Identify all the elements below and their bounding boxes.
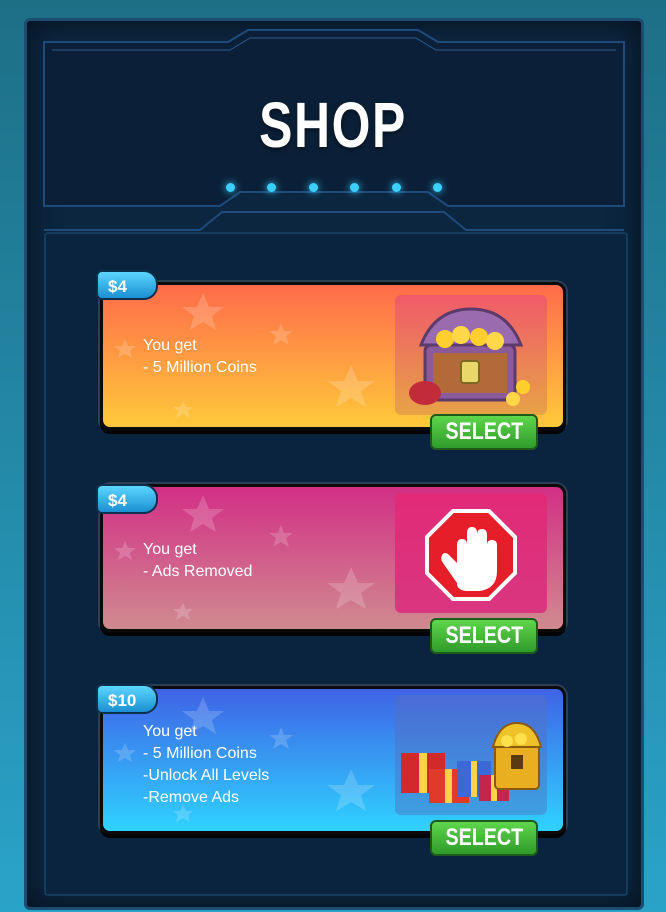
indicator-dot <box>267 183 276 192</box>
indicator-dot <box>392 183 401 192</box>
price-tag: $4 <box>96 484 158 514</box>
pack-card: You get - Ads Removed <box>100 484 566 632</box>
pack-description: You get - 5 Million Coins <box>143 337 257 376</box>
gifts-and-chest-icon <box>395 695 547 815</box>
treasure-chest-icon <box>395 295 547 415</box>
indicator-dot <box>309 183 318 192</box>
indicator-dot <box>350 183 359 192</box>
stop-hand-icon <box>395 493 547 613</box>
pack-description: You get - Ads Removed <box>143 541 253 580</box>
price-tag: $4 <box>96 270 158 300</box>
select-button[interactable]: SELECT <box>430 618 538 654</box>
indicator-dot <box>433 183 442 192</box>
page-title: SHOP <box>259 89 407 161</box>
indicator-dot <box>226 183 235 192</box>
select-button[interactable]: SELECT <box>430 414 538 450</box>
pack-card: You get - 5 Million Coins <box>100 282 566 430</box>
pack-description: You get - 5 Million Coins -Unlock All Le… <box>143 723 270 806</box>
select-button[interactable]: SELECT <box>430 820 538 856</box>
price-tag: $10 <box>96 684 158 714</box>
pack-card: You get - 5 Million Coins -Unlock All Le… <box>100 686 566 834</box>
